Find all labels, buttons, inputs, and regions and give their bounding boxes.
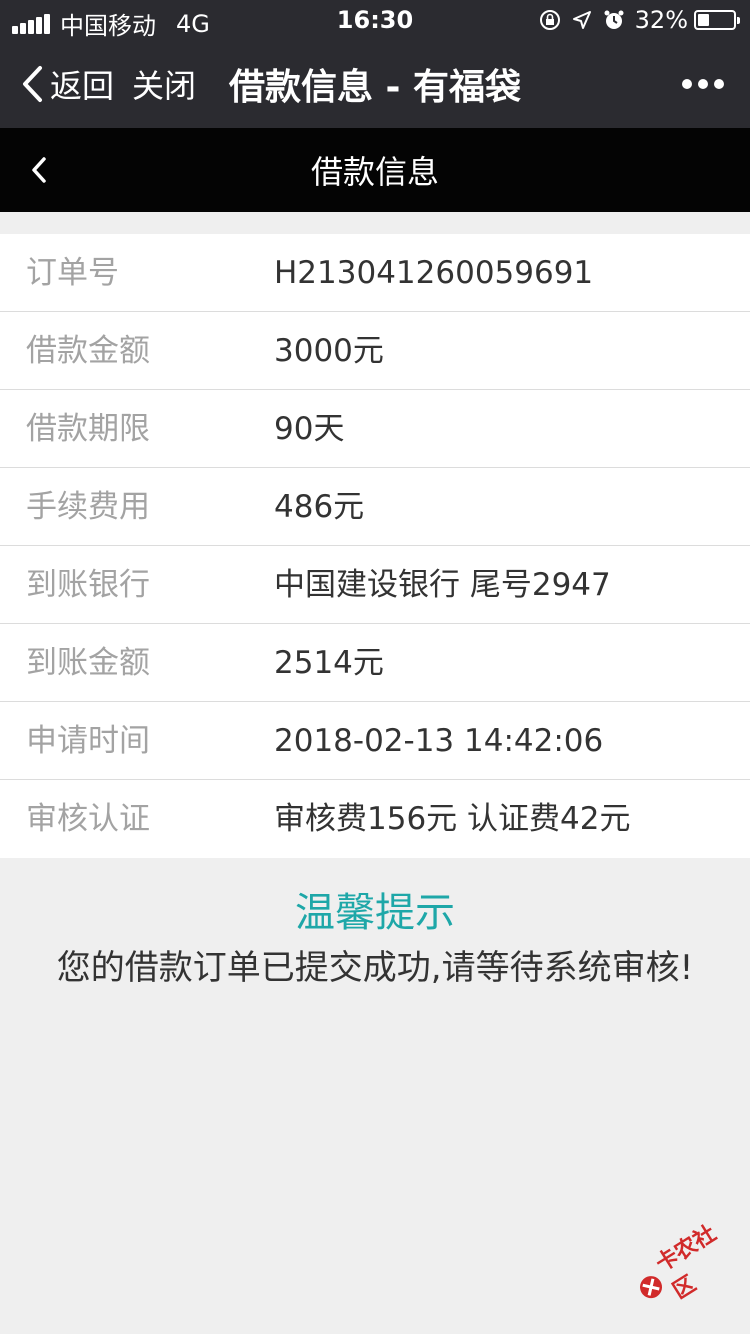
info-row-received-amount: 到账金额 2514元: [0, 624, 750, 702]
row-value: 中国建设银行 尾号2947: [274, 567, 611, 603]
wechat-title: 借款信息 - 有福袋: [228, 67, 521, 108]
info-row-fee: 手续费用 486元: [0, 468, 750, 546]
row-label: 借款金额: [26, 333, 150, 369]
back-button[interactable]: 返回: [20, 40, 114, 128]
page-back-button[interactable]: [30, 128, 70, 212]
close-button[interactable]: 关闭: [132, 40, 196, 128]
row-label: 借款期限: [26, 411, 150, 447]
info-row-bank: 到账银行 中国建设银行 尾号2947: [0, 546, 750, 624]
info-row-loan-term: 借款期限 90天: [0, 390, 750, 468]
chevron-left-icon: [32, 157, 46, 183]
loan-info-list: 订单号 H213041260059691 借款金额 3000元 借款期限 90天…: [0, 234, 750, 858]
row-value: 486元: [274, 489, 365, 525]
row-label: 审核认证: [26, 801, 150, 837]
watermark: 卡农社区: [623, 1209, 750, 1322]
battery-percent: 32%: [634, 6, 688, 34]
more-dot-icon: [714, 79, 724, 89]
row-value: 2514元: [274, 645, 384, 681]
carrier-name: 中国移动: [60, 12, 156, 40]
orientation-lock-icon: [539, 9, 561, 31]
row-value: 审核费156元 认证费42元: [274, 801, 631, 837]
signal-strength-icon: [12, 13, 52, 34]
status-left: 中国移动 4G: [12, 6, 210, 41]
row-value: 90天: [274, 411, 345, 447]
info-row-apply-time: 申请时间 2018-02-13 14:42:06: [0, 702, 750, 780]
row-value: H213041260059691: [274, 255, 594, 291]
close-label: 关闭: [132, 67, 197, 105]
page-title: 借款信息: [310, 153, 439, 191]
more-dot-icon: [682, 79, 692, 89]
status-bar: 中国移动 4G 16:30 32%: [0, 0, 750, 40]
battery-icon: [694, 10, 740, 30]
info-row-order-number: 订单号 H213041260059691: [0, 234, 750, 312]
alarm-clock-icon: [603, 9, 625, 31]
row-value: 3000元: [274, 333, 384, 369]
more-menu-button[interactable]: [676, 40, 724, 128]
row-value: 2018-02-13 14:42:06: [274, 723, 604, 759]
row-label: 订单号: [26, 255, 119, 291]
network-type: 4G: [176, 9, 210, 38]
location-arrow-icon: [571, 9, 593, 31]
status-right: 32%: [539, 6, 740, 34]
tip-message: 您的借款订单已提交成功,请等待系统审核!: [56, 948, 694, 988]
row-label: 申请时间: [26, 723, 150, 759]
more-dot-icon: [698, 79, 708, 89]
info-row-loan-amount: 借款金额 3000元: [0, 312, 750, 390]
page-header: 借款信息: [0, 128, 750, 212]
tip-title: 温馨提示: [295, 890, 455, 936]
row-label: 到账银行: [26, 567, 150, 603]
battery-fill: [698, 14, 709, 26]
back-label: 返回: [50, 67, 115, 105]
row-label: 手续费用: [26, 489, 150, 525]
wechat-nav-bar: 返回 关闭 借款信息 - 有福袋: [0, 40, 750, 128]
row-label: 到账金额: [26, 645, 150, 681]
chevron-left-icon: [23, 66, 42, 102]
info-row-review-auth: 审核认证 审核费156元 认证费42元: [0, 780, 750, 858]
